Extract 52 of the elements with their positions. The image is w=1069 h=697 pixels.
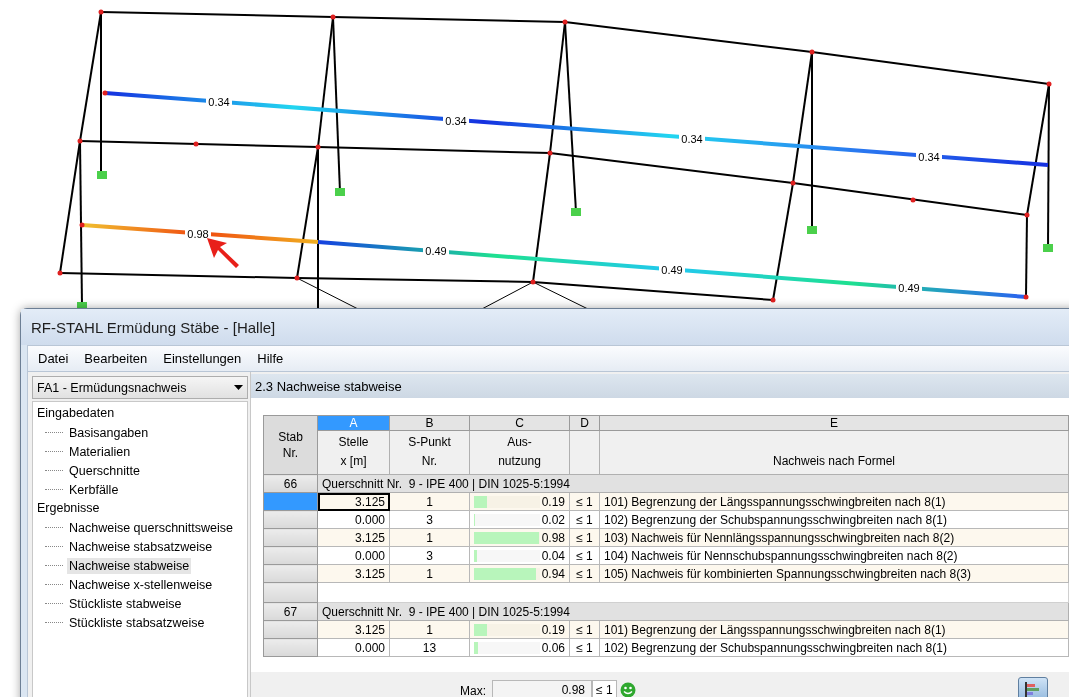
graphic-button[interactable]: [1018, 677, 1048, 697]
result-value-label: 0.49: [659, 263, 685, 277]
result-value-label: 0.34: [916, 150, 942, 164]
tree-item[interactable]: Materialien: [67, 443, 133, 460]
result-value-label: 0.34: [679, 132, 705, 146]
table-cell: 0.06: [541, 640, 565, 655]
tree-item[interactable]: Ergebnisse: [37, 501, 100, 515]
menu-item[interactable]: Einstellungen: [157, 351, 248, 366]
result-value-label: 0.34: [443, 114, 469, 128]
case-dropdown[interactable]: FA1 - Ermüdungsnachweis: [32, 376, 248, 399]
table-cell: 0.04: [541, 548, 565, 563]
menu-item[interactable]: Datei: [32, 351, 75, 366]
tree-item[interactable]: Nachweise stabweise: [67, 557, 192, 574]
tree-item[interactable]: Basisangaben: [67, 424, 151, 441]
column-letter[interactable]: C: [469, 415, 570, 431]
tree-item[interactable]: Stückliste stabweise: [67, 595, 184, 612]
smiley-icon: [619, 682, 636, 697]
column-heading: Stab Nr.: [263, 415, 318, 475]
result-value-label: 0.49: [896, 281, 922, 295]
max-label: Max:: [460, 683, 486, 697]
tree-item[interactable]: Nachweise querschnittsweise: [67, 519, 235, 536]
column-heading: Aus- nutzung: [469, 430, 570, 475]
table-cell: 0.98: [541, 530, 565, 545]
column-heading: S-Punkt Nr.: [389, 430, 470, 475]
column-heading: Nachweis nach Formel: [599, 430, 1069, 475]
row-header[interactable]: [263, 582, 318, 603]
table-cell: 0.19: [541, 494, 565, 509]
column-letter[interactable]: B: [389, 415, 470, 431]
tree-item[interactable]: Kerbfälle: [67, 481, 121, 498]
tree-item[interactable]: Nachweise stabsatzweise: [67, 538, 215, 555]
table-cell: 0.02: [541, 512, 565, 527]
max-limit: ≤ 1: [592, 680, 617, 697]
table-cell: 0.94: [541, 566, 565, 581]
column-letter[interactable]: E: [599, 415, 1069, 431]
result-value-label: 0.49: [423, 244, 449, 258]
column-letter[interactable]: D: [569, 415, 600, 431]
result-value-label: 0.98: [185, 227, 211, 241]
column-heading: Stelle x [m]: [317, 430, 390, 475]
window-title: RF-STAHL Ermüdung Stäbe - [Halle]: [31, 318, 276, 336]
bar-diagram-icon: [1024, 682, 1042, 697]
tree-item[interactable]: Nachweise x-stellenweise: [67, 576, 215, 593]
table-cell: 0.19: [541, 622, 565, 637]
dropdown-caret-icon: [234, 385, 243, 390]
panel-title: 2.3 Nachweise stabweise: [251, 374, 1069, 398]
arrow-icon: [207, 238, 239, 268]
menu-item[interactable]: Bearbeiten: [78, 351, 154, 366]
menu-item[interactable]: Hilfe: [251, 351, 290, 366]
tree-item[interactable]: Eingabedaten: [37, 406, 115, 420]
result-value-label: 0.34: [206, 95, 232, 109]
tree-item[interactable]: Stückliste stabsatzweise: [67, 614, 207, 631]
max-value-field: 0.98: [492, 680, 592, 697]
tree-item[interactable]: Querschnitte: [67, 462, 142, 479]
